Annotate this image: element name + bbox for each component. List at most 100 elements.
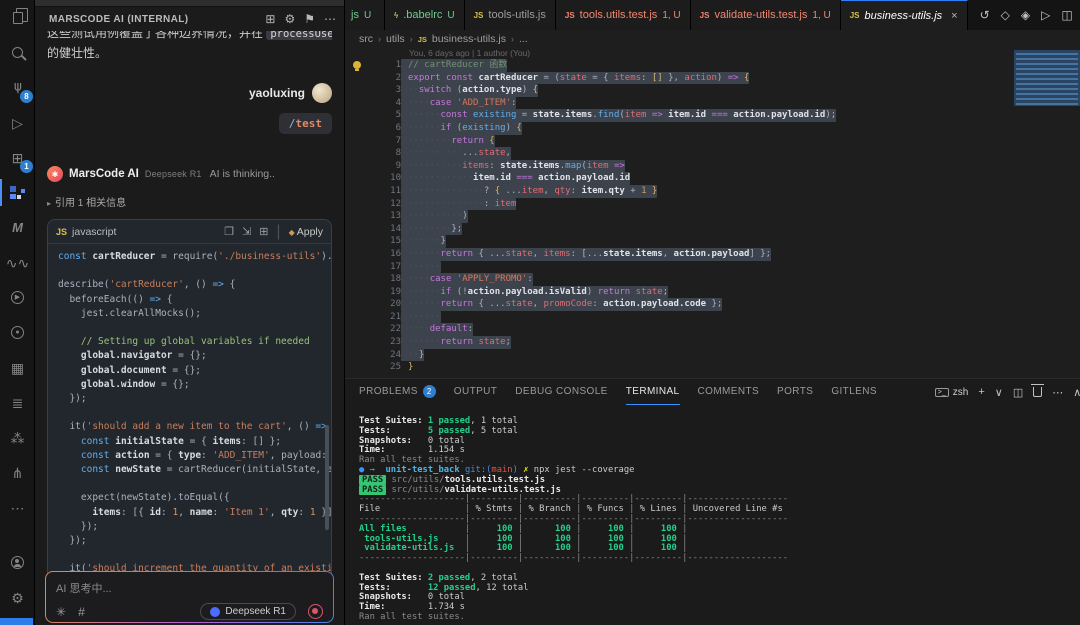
activity-item-run-debug[interactable]: ▷ — [0, 105, 35, 140]
insert-icon[interactable]: ⇲ — [242, 225, 251, 238]
more-icon[interactable]: ⋯ — [324, 12, 336, 26]
slash-command-chip[interactable]: /test — [279, 113, 332, 134]
terminal-output[interactable]: Test Suites: 1 passed, 1 totalTests: 5 p… — [345, 405, 1080, 625]
breadcrumb-item[interactable]: ... — [519, 33, 528, 45]
code-editor[interactable]: You, 6 days ago | 1 author (You) 1// car… — [345, 48, 1080, 378]
activity-item-forest-extension[interactable]: ⁂ — [0, 420, 35, 455]
code-line[interactable]: 8··········...state, — [375, 147, 1080, 160]
tab-babelrc[interactable]: ϟ.babelrcU — [385, 0, 465, 30]
context-hash-icon[interactable]: # — [78, 605, 85, 619]
code-line[interactable]: 24··} — [375, 349, 1080, 362]
bottom-left-accent — [0, 618, 33, 625]
new-chat-icon[interactable]: ⊞ — [265, 12, 275, 26]
apply-button[interactable]: ◆Apply — [289, 226, 323, 238]
tab-tools-utils[interactable]: JStools-utils.js — [465, 0, 556, 30]
more-panel-icon[interactable]: ⋯ — [1052, 386, 1063, 399]
activity-item-run-circle[interactable]: ▶ — [0, 280, 35, 315]
panel-tab-debug-console[interactable]: DEBUG CONSOLE — [515, 379, 607, 405]
code-line[interactable]: 22····default: — [375, 323, 1080, 336]
codelens-blame[interactable]: You, 6 days ago | 1 author (You) — [345, 48, 1080, 59]
feedback-icon[interactable]: ⚑ — [304, 12, 315, 26]
tab-tools-utils-test[interactable]: JStools.utils.test.js1, U — [556, 0, 691, 30]
activity-item-marscode-m[interactable]: M — [0, 210, 35, 245]
code-line[interactable]: 25} — [375, 361, 1080, 374]
breadcrumb-item[interactable]: business-utils.js — [432, 33, 506, 45]
lightbulb-icon[interactable] — [353, 61, 361, 69]
activity-item-marscode-ai[interactable] — [0, 175, 35, 210]
activity-item-account[interactable] — [0, 545, 35, 580]
chat-code-content[interactable]: const cartReducer = require('./business-… — [48, 244, 331, 591]
activity-item-pull-request[interactable]: ⋔ — [0, 455, 35, 490]
prompt-settings-icon[interactable]: ✳ — [56, 605, 66, 619]
panel-tab-output[interactable]: OUTPUT — [454, 379, 498, 405]
next-change-icon[interactable]: ◈ — [1021, 8, 1030, 22]
code-line[interactable]: 23······return state; — [375, 336, 1080, 349]
chat-input[interactable]: AI 思考中... ✳ # Deepseek R1 — [46, 572, 333, 622]
code-block-scrollbar[interactable] — [325, 425, 329, 530]
model-selector[interactable]: Deepseek R1 — [200, 603, 296, 620]
settings-icon[interactable]: ⚙ — [284, 12, 295, 26]
panel-tab-gitlens[interactable]: GITLENS — [831, 379, 877, 405]
split-terminal-icon[interactable]: ◫ — [1013, 386, 1023, 399]
new-file-icon[interactable]: ⊞ — [259, 225, 268, 238]
kill-terminal-icon[interactable] — [1033, 387, 1042, 397]
tab-validate-utils-test[interactable]: JSvalidate-utils.test.js1, U — [691, 0, 841, 30]
code-line[interactable]: 15······} — [375, 235, 1080, 248]
terminal-dropdown-icon[interactable]: ∨ — [995, 386, 1003, 399]
activity-item-search[interactable] — [0, 35, 35, 70]
code-line[interactable]: 20······return { ...state, promoCode: ac… — [375, 298, 1080, 311]
activity-item-explorer[interactable] — [0, 0, 35, 35]
code-line[interactable]: 2export const cartReducer = (state = { i… — [375, 72, 1080, 85]
code-line[interactable]: 21······ — [375, 311, 1080, 324]
breadcrumb[interactable]: src›utils›JSbusiness-utils.js›... — [345, 30, 1080, 48]
maximize-panel-icon[interactable]: ∧ — [1073, 386, 1080, 399]
activity-item-grid-extension[interactable]: ▦ — [0, 350, 35, 385]
code-line[interactable]: 6······if (existing) { — [375, 122, 1080, 135]
breadcrumb-item[interactable]: src — [359, 33, 373, 45]
activity-item-wave-extension[interactable]: ∿∿ — [0, 245, 35, 280]
code-line[interactable]: 9··········items: state.items.map(item =… — [375, 160, 1080, 173]
code-line[interactable]: 14········}; — [375, 223, 1080, 236]
activity-item-test-explorer[interactable]: ● — [0, 315, 35, 350]
apply-label: Apply — [297, 226, 323, 238]
new-terminal-icon[interactable]: + — [978, 386, 984, 398]
code-line[interactable]: 17······ — [375, 261, 1080, 274]
panel-tab-terminal[interactable]: TERMINAL — [626, 379, 680, 405]
activity-item-source-control[interactable]: ⋔8 — [0, 70, 35, 105]
code-line[interactable]: 19······if (!action.payload.isValid) ret… — [375, 286, 1080, 299]
run-file-icon[interactable]: ▷ — [1041, 8, 1050, 22]
activity-bar-bottom: ⚙ — [0, 545, 34, 625]
activity-item-more-views[interactable]: ⋯ — [0, 490, 35, 525]
stop-generation-button[interactable] — [308, 604, 323, 619]
tab-business-utils[interactable]: JSbusiness-utils.js× — [841, 0, 968, 30]
code-line[interactable]: 10············item.id === action.payload… — [375, 172, 1080, 185]
reference-toggle[interactable]: ▸引用 1 相关信息 — [47, 194, 332, 209]
prev-change-icon[interactable]: ◇ — [1001, 8, 1010, 22]
activity-item-layers-extension[interactable]: ≣ — [0, 385, 35, 420]
code-line[interactable]: 4····case 'ADD_ITEM': — [375, 97, 1080, 110]
code-line[interactable]: 7········return { — [375, 135, 1080, 148]
minimap[interactable] — [1014, 50, 1080, 106]
code-line[interactable]: 13··········) — [375, 210, 1080, 223]
close-tab-icon[interactable]: × — [951, 10, 957, 22]
panel-tab-ports[interactable]: PORTS — [777, 379, 813, 405]
panel-tab-comments[interactable]: COMMENTS — [698, 379, 760, 405]
activity-item-extensions[interactable]: ⊞1 — [0, 140, 35, 175]
activity-item-settings-gear[interactable]: ⚙ — [0, 580, 35, 615]
panel-tab-problems[interactable]: PROBLEMS2 — [359, 379, 436, 405]
nav-back-icon[interactable]: ↺ — [980, 8, 990, 22]
code-line[interactable]: 1// cartReducer 函数 — [375, 59, 1080, 72]
code-line[interactable]: 18····case 'APPLY_PROMO': — [375, 273, 1080, 286]
tab-partial-js[interactable]: jsU — [345, 0, 385, 30]
code-line[interactable]: 11··············? { ...item, qty: item.q… — [375, 185, 1080, 198]
shell-selector[interactable]: >_zsh — [935, 387, 969, 398]
copy-icon[interactable]: ❐ — [224, 225, 234, 238]
code-line[interactable]: 12··············: item — [375, 198, 1080, 211]
code-line[interactable]: 5······const existing = state.items.find… — [375, 109, 1080, 122]
breadcrumb-item[interactable]: utils — [386, 33, 405, 45]
tab-bar: jsUϟ.babelrcUJStools-utils.jsJStools.uti… — [345, 0, 1080, 30]
code-line[interactable]: 16······return { ...state, items: [...st… — [375, 248, 1080, 261]
code-line[interactable]: 3··switch (action.type) { — [375, 84, 1080, 97]
model-label: Deepseek R1 — [225, 606, 286, 617]
split-editor-icon[interactable]: ◫ — [1061, 8, 1072, 22]
